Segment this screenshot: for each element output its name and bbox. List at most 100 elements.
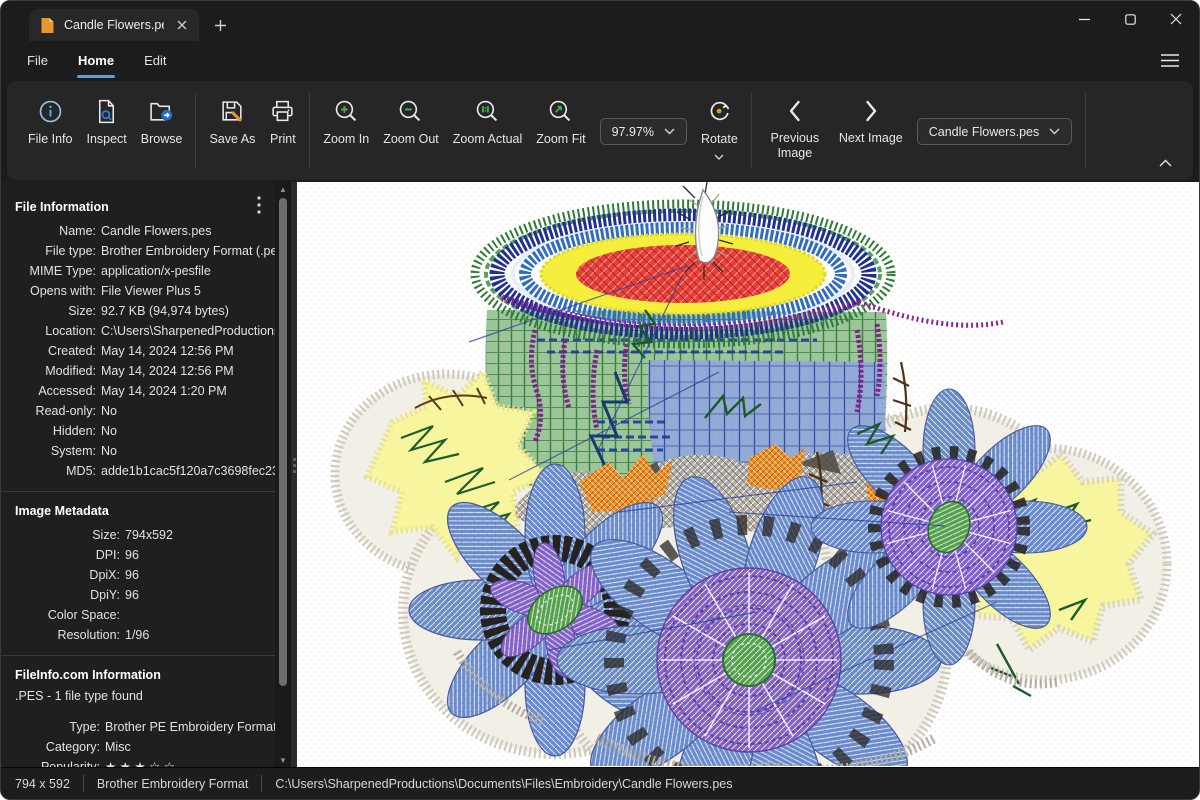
- navigation-group: Previous Image Next Image Candle Flowers…: [752, 93, 1085, 166]
- app-window: Candle Flowers.pes File Home Edit: [0, 0, 1200, 800]
- info-row: Size:794x592: [1, 525, 275, 545]
- info-row: Resolution:1/96: [1, 625, 275, 645]
- scroll-down-icon[interactable]: ▼: [275, 753, 291, 767]
- info-sidebar: File Information Name:Candle Flowers.pes…: [1, 182, 275, 767]
- document-tab[interactable]: Candle Flowers.pes: [29, 9, 199, 41]
- info-row: DPI:96: [1, 545, 275, 565]
- status-bar: 794 x 592 Brother Embroidery Format C:\U…: [1, 767, 1199, 799]
- zoom-out-button[interactable]: Zoom Out: [377, 93, 445, 152]
- maximize-button[interactable]: [1107, 1, 1153, 37]
- menu-file[interactable]: File: [15, 46, 60, 75]
- close-button[interactable]: [1153, 1, 1199, 37]
- info-row: System:No: [1, 441, 275, 461]
- title-bar: Candle Flowers.pes: [1, 1, 1199, 41]
- info-circle-icon: [37, 98, 64, 125]
- menu-bar: File Home Edit: [1, 41, 1199, 79]
- status-file-path: C:\Users\SharpenedProductions\Documents\…: [275, 777, 732, 791]
- status-format: Brother Embroidery Format: [97, 777, 248, 791]
- chevron-down-icon: [714, 154, 724, 160]
- toolbar-separator: [1085, 93, 1086, 168]
- zoom-group: Zoom In Zoom Out Zoom Actual: [310, 93, 750, 165]
- fileinfo-subtitle: .PES - 1 file type found: [1, 689, 275, 717]
- browse-button[interactable]: Browse: [135, 93, 189, 152]
- info-row: DpiX:96: [1, 565, 275, 585]
- rotate-button[interactable]: Rotate: [695, 93, 744, 165]
- zoom-in-icon: [333, 98, 360, 125]
- inspect-document-icon: [93, 98, 120, 125]
- splitter-grip: [293, 458, 296, 473]
- minimize-button[interactable]: [1061, 1, 1107, 37]
- status-separator: [261, 775, 262, 792]
- save-as-button[interactable]: Save As: [203, 93, 261, 152]
- info-row: Opens with:File Viewer Plus 5: [1, 281, 275, 301]
- info-row: Type:Brother PE Embroidery Format: [1, 717, 275, 737]
- zoom-out-icon: [397, 98, 424, 125]
- print-button[interactable]: Print: [263, 93, 302, 152]
- menu-home[interactable]: Home: [66, 46, 126, 75]
- kebab-menu-icon[interactable]: [249, 194, 269, 216]
- content-area: File Information Name:Candle Flowers.pes…: [1, 182, 1199, 767]
- inspect-button[interactable]: Inspect: [80, 93, 132, 152]
- scrollbar-thumb[interactable]: [279, 198, 287, 686]
- file-info-button[interactable]: File Info: [22, 93, 78, 152]
- active-menu-underline: [77, 75, 115, 78]
- info-row: Category:Misc: [1, 737, 275, 757]
- hamburger-menu-icon[interactable]: [1155, 47, 1185, 73]
- browse-folder-icon: [148, 98, 175, 125]
- section-title-fileinfo: FileInfo.com Information: [1, 666, 275, 689]
- chevron-down-icon: [664, 128, 675, 135]
- image-canvas: [297, 182, 1199, 767]
- section-divider: [1, 491, 275, 492]
- file-select-value: Candle Flowers.pes: [929, 125, 1039, 139]
- chevron-right-icon: [859, 98, 883, 124]
- zoom-fit-icon: [547, 98, 574, 125]
- info-row: DpiY:96: [1, 585, 275, 605]
- save-floppy-icon: [219, 98, 246, 125]
- document-icon: [40, 17, 55, 34]
- info-row: Size:92.7 KB (94,974 bytes): [1, 301, 275, 321]
- section-title-image-metadata: Image Metadata: [1, 502, 275, 525]
- rotate-icon: [706, 98, 733, 125]
- new-tab-button[interactable]: [209, 14, 231, 36]
- zoom-level-dropdown[interactable]: 97.97%: [600, 118, 687, 145]
- menu-edit[interactable]: Edit: [132, 46, 178, 75]
- sidebar-scrollbar[interactable]: ▲ ▼: [275, 182, 291, 767]
- popularity-stars: ★ ★ ★ ☆ ☆: [105, 757, 175, 767]
- collapse-ribbon-icon[interactable]: [1153, 153, 1177, 173]
- zoom-actual-icon: [474, 98, 501, 125]
- info-row: Name:Candle Flowers.pes: [1, 221, 275, 241]
- status-dimensions: 794 x 592: [15, 777, 70, 791]
- printer-icon: [269, 98, 296, 125]
- zoom-in-button[interactable]: Zoom In: [317, 93, 375, 152]
- tab-close-icon[interactable]: [173, 16, 191, 34]
- info-row: Modified:May 14, 2024 12:56 PM: [1, 361, 275, 381]
- info-row: Hidden:No: [1, 421, 275, 441]
- file-group: File Info Inspect Browse: [15, 93, 195, 152]
- info-row: MIME Type:application/x-pesfile: [1, 261, 275, 281]
- ribbon-toolbar: File Info Inspect Browse: [7, 81, 1193, 180]
- info-row: Accessed:May 14, 2024 1:20 PM: [1, 381, 275, 401]
- scroll-up-icon[interactable]: ▲: [275, 182, 291, 196]
- embroidery-preview: [297, 182, 1193, 766]
- save-print-group: Save As Print: [196, 93, 309, 152]
- info-row: File type:Brother Embroidery Format (.pe…: [1, 241, 275, 261]
- status-separator: [83, 775, 84, 792]
- info-row: Color Space:: [1, 605, 275, 625]
- next-image-button[interactable]: Next Image: [833, 93, 909, 151]
- zoom-actual-button[interactable]: Zoom Actual: [447, 93, 528, 152]
- chevron-left-icon: [783, 98, 807, 124]
- info-row: Created:May 14, 2024 12:56 PM: [1, 341, 275, 361]
- section-title-file-information: File Information: [1, 198, 275, 221]
- window-controls: [1061, 1, 1199, 37]
- info-row: Read-only:No: [1, 401, 275, 421]
- zoom-fit-button[interactable]: Zoom Fit: [530, 93, 591, 152]
- section-divider: [1, 655, 275, 656]
- zoom-level-value: 97.97%: [612, 125, 654, 139]
- previous-image-button[interactable]: Previous Image: [759, 93, 831, 166]
- info-row: Location:C:\Users\SharpenedProductions..…: [1, 321, 275, 341]
- chevron-down-icon: [1049, 128, 1060, 135]
- tab-title: Candle Flowers.pes: [64, 18, 164, 32]
- info-row: Popularity:★ ★ ★ ☆ ☆: [1, 757, 275, 767]
- info-row: MD5:adde1b1cac5f120a7c3698fec23b...: [1, 461, 275, 481]
- file-select-dropdown[interactable]: Candle Flowers.pes: [917, 118, 1072, 145]
